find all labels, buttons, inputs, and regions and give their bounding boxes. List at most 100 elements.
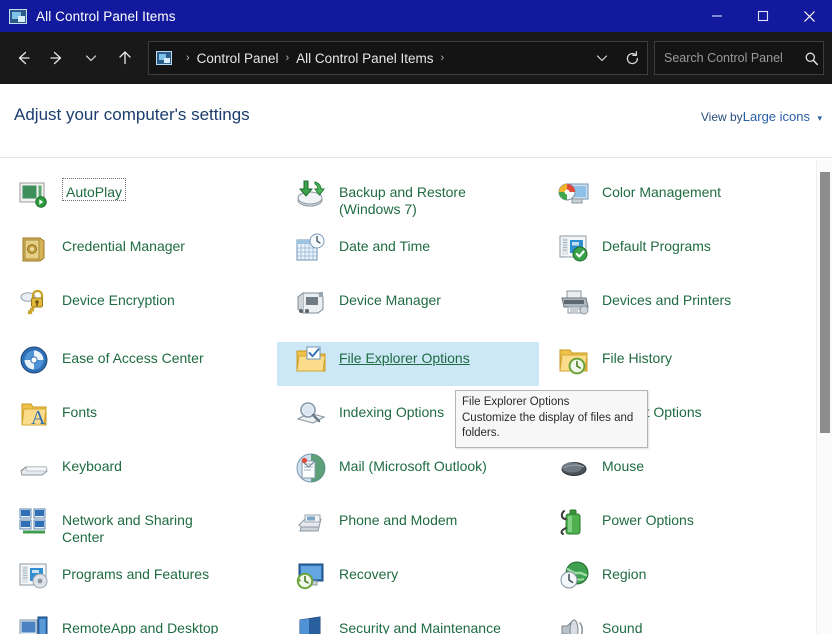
- control-panel-item-recovery[interactable]: Recovery: [277, 558, 539, 602]
- scrollbar-thumb[interactable]: [820, 171, 830, 433]
- minimize-button[interactable]: [694, 0, 740, 32]
- control-panel-item-label: Keyboard: [62, 458, 122, 474]
- device-manager-icon: [295, 286, 327, 318]
- control-panel-item-autoplay[interactable]: AutoPlay: [0, 176, 262, 220]
- control-panel-item-fonts[interactable]: A Fonts: [0, 396, 262, 440]
- address-control-panel-icon: [156, 51, 172, 65]
- phone-modem-icon: [295, 506, 327, 538]
- tooltip-body: Customize the display of files and folde…: [462, 412, 634, 439]
- control-panel-item-ease-of-access-center[interactable]: Ease of Access Center: [0, 342, 262, 386]
- breadcrumb-separator: ›: [440, 52, 445, 64]
- control-panel-item-programs-and-features[interactable]: Programs and Features: [0, 558, 262, 602]
- control-panel-item-phone-and-modem[interactable]: Phone and Modem: [277, 504, 539, 548]
- search-icon[interactable]: [801, 51, 823, 66]
- tooltip-title: File Explorer Options: [462, 396, 570, 408]
- control-panel-item-region[interactable]: Region: [540, 558, 802, 602]
- control-panel-item-label: Mouse: [602, 458, 645, 474]
- security-maintenance-icon: [295, 614, 327, 634]
- control-panel-window: All Control Panel Items › Control Panel …: [0, 0, 832, 634]
- items-grid-container: AutoPlay Credential Manager Device Encrypt…: [0, 158, 832, 634]
- control-panel-item-backup-and-restore-windows-7[interactable]: Backup and Restore (Windows 7): [277, 176, 539, 220]
- control-panel-item-keyboard[interactable]: Keyboard: [0, 450, 262, 494]
- power-options-icon: [558, 506, 590, 538]
- programs-features-icon: [18, 560, 50, 592]
- breadcrumb-separator: ›: [285, 52, 290, 64]
- view-by-value[interactable]: Large icons: [743, 109, 810, 124]
- control-panel-item-power-options[interactable]: Power Options: [540, 504, 802, 548]
- recent-locations-chevron-down-icon[interactable]: [74, 41, 108, 75]
- control-panel-item-label: Network and Sharing Center: [62, 512, 193, 545]
- breadcrumb-all-control-panel-items[interactable]: All Control Panel Items: [296, 51, 433, 66]
- control-panel-item-security-and-maintenance[interactable]: Security and Maintenance: [277, 612, 539, 634]
- back-button[interactable]: [6, 41, 40, 75]
- control-panel-item-remoteapp-and-desktop[interactable]: RemoteApp and Desktop: [0, 612, 262, 634]
- forward-button[interactable]: [40, 41, 74, 75]
- control-panel-item-file-history[interactable]: File History: [540, 342, 802, 386]
- network-sharing-icon: [18, 506, 50, 538]
- control-panel-item-label: AutoPlay: [62, 178, 127, 201]
- refresh-icon[interactable]: [617, 42, 647, 74]
- device-encryption-icon: [18, 286, 50, 318]
- control-panel-item-default-programs[interactable]: Default Programs: [540, 230, 802, 274]
- address-bar[interactable]: › Control Panel › All Control Panel Item…: [148, 41, 648, 75]
- search-box[interactable]: [654, 41, 824, 75]
- control-panel-item-label: Devices and Printers: [602, 292, 732, 308]
- title-bar[interactable]: All Control Panel Items: [0, 0, 832, 32]
- view-by-chevron-down-icon[interactable]: ▾: [817, 113, 822, 124]
- control-panel-item-color-management[interactable]: Color Management: [540, 176, 802, 220]
- breadcrumb-separator: ›: [186, 52, 190, 64]
- control-panel-item-label: Backup and Restore (Windows 7): [339, 184, 466, 217]
- control-panel-item-label: Device Encryption: [62, 292, 175, 308]
- items-grid: AutoPlay Credential Manager Device Encrypt…: [0, 158, 816, 634]
- indexing-options-icon: [295, 398, 327, 430]
- file-history-icon: [558, 344, 590, 376]
- svg-text:A: A: [31, 407, 46, 429]
- control-panel-item-label: Device Manager: [339, 292, 441, 308]
- keyboard-icon: [18, 452, 50, 484]
- control-panel-item-network-and-sharing-center[interactable]: Network and Sharing Center: [0, 504, 262, 548]
- close-button[interactable]: [786, 0, 832, 32]
- page-title: Adjust your computer's settings: [14, 105, 250, 124]
- fonts-icon: A: [18, 398, 50, 430]
- control-panel-item-file-explorer-options[interactable]: File Explorer Options: [277, 342, 539, 386]
- control-panel-item-label: File Explorer Options: [339, 350, 470, 366]
- control-panel-item-label: Recovery: [339, 566, 399, 582]
- region-icon: [558, 560, 590, 592]
- window-title: All Control Panel Items: [36, 8, 176, 24]
- control-panel-item-label: Region: [602, 566, 647, 582]
- breadcrumb-control-panel[interactable]: Control Panel: [197, 51, 279, 66]
- control-panel-item-mail-microsoft-outlook[interactable]: Mail (Microsoft Outlook): [277, 450, 539, 494]
- vertical-scrollbar[interactable]: [816, 160, 832, 634]
- control-panel-item-device-manager[interactable]: Device Manager: [277, 284, 539, 328]
- control-panel-item-label: Programs and Features: [62, 566, 210, 582]
- search-input[interactable]: [655, 51, 801, 65]
- control-panel-item-label: Security and Maintenance: [339, 620, 501, 634]
- control-panel-item-sound[interactable]: Sound: [540, 612, 802, 634]
- previous-locations-chevron-down-icon[interactable]: [587, 42, 617, 74]
- default-programs-icon: [558, 232, 590, 264]
- autoplay-icon: [18, 178, 50, 210]
- window-controls: [694, 0, 832, 32]
- credential-manager-icon: [18, 232, 50, 264]
- control-panel-item-label: Sound: [602, 620, 643, 634]
- remoteapp-icon: [18, 614, 50, 634]
- recovery-icon: [295, 560, 327, 592]
- mail-icon: [295, 452, 327, 484]
- control-panel-item-label: Default Programs: [602, 238, 711, 254]
- control-panel-item-devices-and-printers[interactable]: Devices and Printers: [540, 284, 802, 328]
- ease-of-access-icon: [18, 344, 50, 376]
- control-panel-item-date-and-time[interactable]: Date and Time: [277, 230, 539, 274]
- up-button[interactable]: [108, 41, 142, 75]
- view-by-label: View by:: [700, 110, 746, 124]
- control-panel-item-label: Indexing Options: [339, 404, 445, 420]
- tooltip: File Explorer Options Customize the disp…: [455, 390, 648, 448]
- navigation-toolbar: › Control Panel › All Control Panel Item…: [0, 32, 832, 84]
- maximize-button[interactable]: [740, 0, 786, 32]
- control-panel-icon: [9, 8, 27, 24]
- file-explorer-options-icon: [295, 344, 327, 376]
- control-panel-item-mouse[interactable]: Mouse: [540, 450, 802, 494]
- control-panel-item-credential-manager[interactable]: Credential Manager: [0, 230, 262, 274]
- control-panel-item-device-encryption[interactable]: Device Encryption: [0, 284, 262, 328]
- date-time-icon: [295, 232, 327, 264]
- control-panel-item-label: Mail (Microsoft Outlook): [339, 458, 487, 474]
